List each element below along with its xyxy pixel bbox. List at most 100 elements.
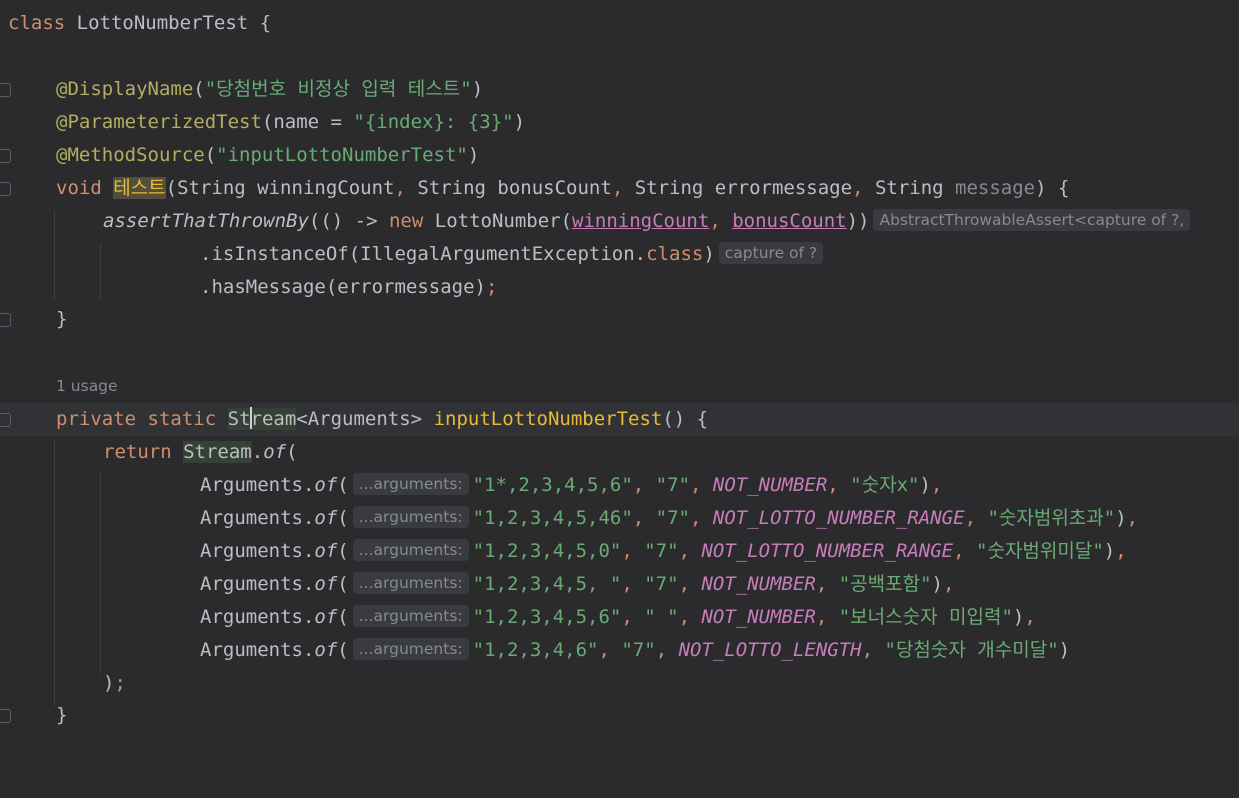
- code-line[interactable]: @DisplayName("당첨번호 비정상 입력 테스트"): [0, 73, 1239, 106]
- semicolon: ;: [485, 276, 498, 298]
- keyword: class: [646, 243, 704, 265]
- comma: ,: [1115, 540, 1127, 562]
- fold-icon[interactable]: [0, 709, 11, 723]
- annotation: @ParameterizedTest: [56, 111, 262, 133]
- comma: ,: [709, 210, 733, 232]
- parameter-hint: ...arguments:: [352, 637, 469, 660]
- code-line[interactable]: .isInstanceOf(IllegalArgumentException.c…: [0, 238, 1239, 271]
- parameter-hint: ...arguments:: [352, 505, 469, 528]
- string-literal: "7": [655, 474, 690, 496]
- comma: ,: [861, 639, 885, 661]
- method-call: of: [263, 441, 287, 463]
- code-line[interactable]: .hasMessage(errormessage);: [0, 271, 1239, 304]
- method-name: inputLottoNumberTest: [433, 408, 663, 430]
- usage-hint[interactable]: 1 usage: [56, 377, 118, 395]
- code-line[interactable]: }: [0, 699, 1239, 732]
- paren: (: [193, 78, 205, 100]
- code-line-current[interactable]: private static Stream<Arguments> inputLo…: [0, 403, 1239, 436]
- paren: ): [467, 144, 480, 166]
- code-line[interactable]: );: [0, 667, 1239, 700]
- comma: ,: [690, 474, 713, 496]
- paren: (: [337, 573, 349, 595]
- paren: (: [286, 441, 298, 463]
- class-name: LottoNumberTest: [76, 12, 249, 34]
- method-call: of: [314, 507, 338, 529]
- comma: ,: [621, 606, 645, 628]
- paren: (: [337, 606, 349, 628]
- paren: ): [1012, 606, 1025, 628]
- string-literal: "숫자x": [850, 474, 920, 496]
- comma: ,: [1126, 507, 1139, 529]
- comma: ,: [632, 507, 656, 529]
- method-call: of: [314, 606, 338, 628]
- code-line[interactable]: void 테스트(String winningCount, String bon…: [0, 172, 1239, 205]
- argument: winningCount: [572, 210, 710, 232]
- comma: ,: [655, 639, 679, 661]
- constant: NOT_LOTTO_NUMBER_RANGE: [712, 507, 965, 529]
- paren: (: [337, 639, 349, 661]
- constant: NOT_LOTTO_LENGTH: [678, 639, 862, 661]
- code-line[interactable]: assertThatThrownBy(() -> new LottoNumber…: [0, 205, 1239, 238]
- text-caret: [249, 406, 252, 429]
- parameter-hint: ...arguments:: [352, 538, 469, 561]
- fold-icon[interactable]: [0, 413, 11, 427]
- annotation-args: (name =: [261, 111, 354, 133]
- type-name: Stream: [227, 406, 297, 430]
- class-ref: Arguments.: [200, 606, 315, 628]
- comma: ,: [678, 606, 702, 628]
- comma: ,: [621, 573, 645, 595]
- code-line[interactable]: Arguments.of(...arguments: "1,2,3,4,5,0",…: [0, 535, 1239, 568]
- keyword: new: [388, 210, 424, 232]
- type-name: Stream: [183, 441, 252, 463]
- code-line[interactable]: Arguments.of(...arguments: "1,2,3,4,5,6",…: [0, 601, 1239, 634]
- paren: (: [337, 507, 349, 529]
- unused-parameter: message: [955, 177, 1036, 199]
- comma: ,: [953, 540, 977, 562]
- code-line[interactable]: return Stream.of(: [0, 436, 1239, 469]
- code-line[interactable]: @ParameterizedTest(name = "{index}: {3}"…: [0, 106, 1239, 139]
- code-line[interactable]: Arguments.of(...arguments: "1,2,3,4,6", "…: [0, 634, 1239, 667]
- comma: ,: [943, 573, 955, 595]
- parameter: String errormessage: [623, 177, 853, 199]
- string-literal: "1,2,3,4,6": [472, 639, 599, 661]
- test-run-icon[interactable]: [0, 83, 11, 97]
- parameter: String bonusCount: [405, 177, 612, 199]
- code-line[interactable]: Arguments.of(...arguments: "1,2,3,4,5,46"…: [0, 502, 1239, 535]
- string-literal: "1,2,3,4,5,6": [472, 606, 622, 628]
- constant: NOT_LOTTO_NUMBER_RANGE: [701, 540, 954, 562]
- paren: ): [1115, 507, 1127, 529]
- string-literal: "{index}: {3}": [353, 111, 514, 133]
- method-name: 테스트: [113, 177, 166, 199]
- string-literal: "7": [644, 540, 679, 562]
- paren: ): [513, 111, 526, 133]
- string-literal: " ": [644, 606, 679, 628]
- string-literal: "7": [621, 639, 656, 661]
- string-literal: "공백포함": [838, 573, 932, 595]
- comma: ,: [964, 507, 988, 529]
- keyword: static: [147, 408, 217, 430]
- class-ref: Arguments.: [200, 573, 315, 595]
- comma: ,: [621, 540, 645, 562]
- string-literal: "당첨번호 비정상 입력 테스트": [204, 78, 472, 100]
- code-line[interactable]: @MethodSource("inputLottoNumberTest"): [0, 139, 1239, 172]
- fold-icon[interactable]: [0, 182, 11, 196]
- method-call: of: [314, 573, 338, 595]
- fold-icon[interactable]: [0, 149, 11, 163]
- code-line[interactable]: Arguments.of(...arguments: "1,2,3,4,5, ",…: [0, 568, 1239, 601]
- type-hint: AbstractThrowableAssert<capture of ?,: [873, 208, 1191, 231]
- code-line[interactable]: class LottoNumberTest {: [0, 7, 1239, 40]
- constant: NOT_NUMBER: [701, 573, 816, 595]
- code-line[interactable]: Arguments.of(...arguments: "1*,2,3,4,5,6"…: [0, 469, 1239, 502]
- brace: }: [56, 704, 68, 726]
- string-literal: "숫자범위초과": [987, 507, 1116, 529]
- method-call: of: [314, 540, 338, 562]
- class-ref: Arguments.: [200, 540, 315, 562]
- parameter-type: String: [863, 177, 956, 199]
- fold-icon[interactable]: [0, 313, 11, 327]
- paren: ): [703, 243, 715, 265]
- constant: NOT_NUMBER: [712, 474, 828, 496]
- code-line[interactable]: }: [0, 303, 1239, 336]
- class-ref: Arguments.: [200, 639, 315, 661]
- paren: ): [919, 474, 931, 496]
- brace: }: [56, 308, 68, 330]
